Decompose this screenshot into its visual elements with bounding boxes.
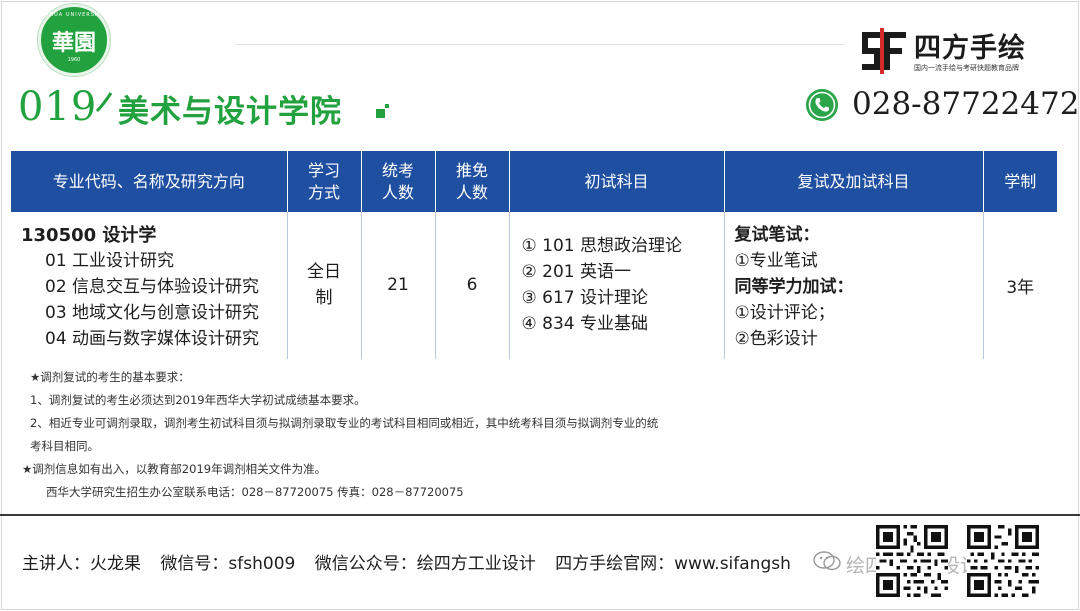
study-mode-cell: 全日 制	[287, 212, 362, 360]
research-direction: 01 工业设计研究	[45, 251, 175, 271]
header-exam-subjects: 初试科目	[509, 151, 725, 212]
title-accent-square	[376, 109, 385, 118]
table-header-row: 专业代码、名称及研究方向 学习 方式 统考 人数 推免 人数 初试科目 复试及加试科目…	[11, 151, 1057, 212]
retest-cell: 复试笔试： ①专业笔试 同等学力加试： ①设计评论； ②色彩设计	[724, 212, 984, 360]
qr-code-icon	[967, 525, 1039, 597]
qr-code-icon	[876, 525, 948, 597]
exam-subject: ③ 617 设计理论	[521, 288, 649, 308]
recommended-cell: 6	[435, 212, 510, 360]
wechat-id-text: 微信号：sfsh009	[160, 554, 296, 574]
logo-ring-text-bottom: 1960	[67, 57, 81, 63]
official-account-text: 微信公众号：绘四方工业设计	[314, 554, 536, 574]
school-code: 019	[18, 84, 98, 130]
footer-info: 主讲人：火龙果 微信号：sfsh009 微信公众号：绘四方工业设计 四方手绘官网…	[22, 549, 805, 574]
research-direction: 03 地域文化与创意设计研究	[45, 303, 260, 323]
phone-number: 028-87722472	[852, 86, 1080, 122]
title-accent-square-small	[385, 104, 389, 108]
contact-line: 西华大学研究生招生办公室联系电话：028－87720075 传真：028－877…	[46, 485, 464, 499]
exam-subject: ① 101 思想政治理论	[521, 236, 683, 256]
header-major: 专业代码、名称及研究方向	[11, 151, 288, 212]
note-heading: ★调剂信息如有出入，以教育部2019年调剂相关文件为准。	[22, 462, 327, 476]
major-title: 130500 设计学	[21, 225, 157, 246]
brand-name: 四方手绘	[914, 33, 1026, 64]
exam-subject: ② 201 英语一	[521, 262, 632, 282]
header-divider	[236, 44, 844, 45]
header-retest-subjects: 复试及加试科目	[724, 151, 984, 212]
wechat-icon	[813, 551, 841, 571]
note-line: 2、相近专业可调剂录取，调剂考生初试科目须与拟调剂录取专业的考试科目相同或相近，…	[30, 416, 659, 430]
admission-table: 专业代码、名称及研究方向 学习 方式 统考 人数 推免 人数 初试科目 复试及加试科目…	[11, 151, 1057, 360]
exam-subject: ④ 834 专业基础	[521, 314, 649, 334]
retest-written-heading: 复试笔试：	[734, 225, 820, 245]
sf-logo-icon	[862, 28, 906, 74]
duration-cell: 3年	[983, 212, 1057, 360]
note-line: 1、调剂复试的考生必须达到2019年西华大学初试成绩基本要求。	[30, 393, 366, 407]
research-direction: 04 动画与数字媒体设计研究	[45, 329, 260, 349]
university-logo: XIHUA UNIVERSITY 華園 1960	[38, 4, 110, 76]
header-study-mode: 学习 方式	[287, 151, 362, 212]
research-direction: 02 信息交互与体验设计研究	[45, 277, 260, 297]
note-heading: ★调剂复试的考生的基本要求：	[30, 370, 190, 384]
retest-item: ①设计评论；	[734, 303, 835, 323]
slash-decoration	[95, 92, 113, 113]
exam-subjects-cell: ① 101 思想政治理论 ② 201 英语一 ③ 617 设计理论 ④ 834 …	[509, 212, 725, 360]
quota-cell: 21	[361, 212, 436, 360]
school-name: 美术与设计学院	[118, 94, 342, 130]
header-quota: 统考 人数	[361, 151, 436, 212]
phone-icon	[806, 89, 838, 121]
header-recommended: 推免 人数	[435, 151, 510, 212]
note-line: 考科目相同。	[30, 439, 99, 453]
table-row: 130500 设计学 01 工业设计研究 02 信息交互与体验设计研究 03 地…	[11, 212, 1057, 360]
retest-extra-heading: 同等学力加试：	[734, 277, 854, 297]
header-duration: 学制	[983, 151, 1057, 212]
major-cell: 130500 设计学 01 工业设计研究 02 信息交互与体验设计研究 03 地…	[11, 212, 288, 360]
website-text: 四方手绘官网：www.sifangsh	[555, 554, 791, 574]
lecturer-text: 主讲人：火龙果	[22, 554, 141, 574]
logo-ring-text-top: XIHUA UNIVERSITY	[42, 12, 106, 18]
footer-divider	[0, 514, 1080, 516]
brand-slogan: 国内一流手绘与考研快题教育品牌	[914, 64, 1019, 72]
retest-item: ①专业笔试	[734, 251, 818, 271]
logo-main-text: 華園	[51, 30, 96, 56]
retest-item: ②色彩设计	[734, 329, 818, 349]
